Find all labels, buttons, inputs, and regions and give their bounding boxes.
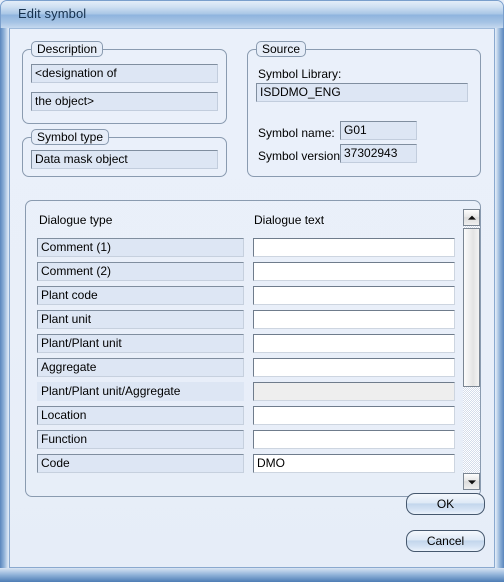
window-frame-left-edge <box>0 28 8 582</box>
description-group-legend: Description <box>31 41 104 57</box>
dialogue-type-label: Plant unit <box>37 310 244 329</box>
symbol-name-field[interactable]: G01 <box>340 121 417 140</box>
dialogue-text-input[interactable] <box>253 310 455 329</box>
dialogue-type-label: Comment (1) <box>37 238 244 257</box>
triangle-down-icon <box>467 479 476 484</box>
triangle-up-icon <box>467 215 476 220</box>
dialogue-type-label: Code <box>37 454 244 473</box>
edit-symbol-dialog: Edit symbol Description <designation of … <box>0 0 504 582</box>
dialogue-text-input <box>253 382 455 401</box>
dialogue-type-label: Function <box>37 430 244 449</box>
symbol-name-label: Symbol name: <box>258 126 335 140</box>
scrollbar-up-button[interactable] <box>463 209 480 226</box>
ok-button[interactable]: OK <box>406 493 485 515</box>
symbol-library-field[interactable]: ISDDMO_ENG <box>256 83 468 102</box>
column-header-dialogue-text: Dialogue text <box>254 213 325 227</box>
dialogue-text-input[interactable] <box>253 358 455 377</box>
symbol-type-group-legend: Symbol type <box>31 129 110 145</box>
title-bar[interactable]: Edit symbol <box>1 1 503 28</box>
source-group-legend: Source <box>256 41 307 57</box>
dialogue-text-input[interactable]: DMO <box>253 454 455 473</box>
dialogue-text-input[interactable] <box>253 262 455 281</box>
window-title: Edit symbol <box>18 6 87 21</box>
dialogue-text-input[interactable] <box>253 334 455 353</box>
scrollbar-thumb[interactable] <box>463 228 480 387</box>
dialogue-type-label: Location <box>37 406 244 425</box>
symbol-version-field[interactable]: 37302943 <box>340 144 417 163</box>
dialogue-text-input[interactable] <box>253 238 455 257</box>
dialogue-text-input[interactable] <box>253 430 455 449</box>
window-frame-bottom-edge <box>0 568 504 582</box>
symbol-library-label: Symbol Library: <box>258 67 342 81</box>
dialogue-type-label: Plant code <box>37 286 244 305</box>
symbol-version-label: Symbol version: <box>258 149 344 163</box>
dialogue-text-input[interactable] <box>253 406 455 425</box>
dialogue-table-group: Dialogue type Dialogue text Comment (1) C… <box>25 200 481 497</box>
dialogue-type-label: Plant/Plant unit <box>37 334 244 353</box>
description-line2-field[interactable]: the object> <box>31 92 218 111</box>
cancel-button[interactable]: Cancel <box>406 530 485 552</box>
dialogue-type-label: Comment (2) <box>37 262 244 281</box>
dialogue-type-label: Plant/Plant unit/Aggregate <box>37 382 244 401</box>
dialogue-type-label: Aggregate <box>37 358 244 377</box>
dialogue-text-input[interactable] <box>253 286 455 305</box>
description-line1-field[interactable]: <designation of <box>31 64 218 83</box>
column-header-dialogue-type: Dialogue type <box>39 213 113 227</box>
symbol-type-group: Symbol type Data mask object <box>22 129 227 177</box>
dialog-client-area: Description <designation of the object> … <box>9 28 495 568</box>
dialogue-table-scrollbar[interactable] <box>463 209 480 490</box>
source-group: Source Symbol Library: ISDDMO_ENG Symbol… <box>247 41 481 177</box>
symbol-type-field[interactable]: Data mask object <box>31 150 218 169</box>
description-group: Description <designation of the object> <box>22 41 227 124</box>
scrollbar-down-button[interactable] <box>463 473 480 490</box>
window-frame-right-edge <box>496 28 504 582</box>
